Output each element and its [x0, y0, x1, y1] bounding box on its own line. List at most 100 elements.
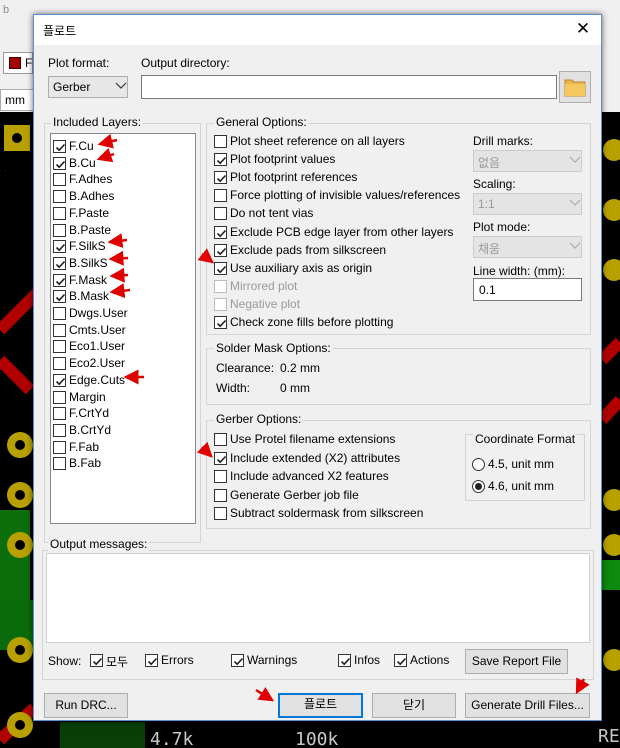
layer-name: B.CrtYd: [69, 422, 112, 437]
layer-name: F.SilkS: [69, 239, 106, 254]
gerber-options-title: Gerber Options:: [214, 412, 304, 426]
unit-selector[interactable]: mm: [0, 89, 34, 111]
layer-name: B.SilkS: [69, 255, 108, 270]
drill-marks-value: 없음: [478, 156, 501, 170]
layers-listbox[interactable]: F.Cu B.Cu F.Adhes B.Adhes F.Paste B.Paste F.Si…: [50, 133, 196, 524]
solder-mask-group: [206, 348, 591, 405]
checkbox-checked[interactable]: [90, 654, 103, 667]
checkbox-checked[interactable]: [214, 225, 227, 239]
layer-checkbox[interactable]: [53, 223, 66, 237]
checkbox-checked[interactable]: [214, 243, 227, 257]
checkbox-unchecked[interactable]: [214, 279, 227, 293]
general-option-label: Plot footprint values: [230, 152, 336, 167]
layer-name: Cmts.User: [69, 322, 126, 337]
plot-format-select[interactable]: Gerber: [48, 76, 128, 98]
run-drc-button[interactable]: Run DRC...: [44, 693, 128, 718]
generate-drill-files-button[interactable]: Generate Drill Files...: [465, 693, 590, 718]
save-report-button[interactable]: Save Report File: [465, 649, 568, 674]
checkbox-checked[interactable]: [394, 654, 407, 667]
general-option-label: Do not tent vias: [230, 206, 314, 221]
checkbox-unchecked[interactable]: [214, 207, 227, 221]
coordinate-format-options: 4.5, unit mm 4.6, unit mm: [472, 456, 584, 500]
checkbox-unchecked[interactable]: [214, 507, 227, 521]
checkbox-unchecked[interactable]: [214, 297, 227, 311]
close-button[interactable]: 닫기: [372, 693, 456, 718]
silk-text-resistor-a: 4.7k: [150, 729, 194, 748]
clearance-value: 0.2 mm: [280, 361, 321, 375]
drill-marks-select[interactable]: 없음: [473, 150, 582, 172]
close-icon[interactable]: ✕: [573, 18, 593, 40]
checkbox-checked[interactable]: [214, 153, 227, 167]
radio-selected[interactable]: [472, 480, 485, 493]
output-directory-label: Output directory:: [141, 56, 230, 70]
output-messages-title: Output messages:: [48, 537, 150, 551]
layer-checkbox[interactable]: [53, 290, 66, 304]
plot-mode-select[interactable]: 채움: [473, 236, 582, 258]
layer-checkbox[interactable]: [53, 273, 66, 287]
layer-checkbox[interactable]: [53, 173, 66, 187]
layer-checkbox[interactable]: [53, 323, 66, 337]
checkbox-checked[interactable]: [214, 451, 227, 465]
layer-checkbox[interactable]: [53, 190, 66, 204]
layer-name: F.Adhes: [69, 172, 113, 187]
checkbox-checked[interactable]: [338, 654, 351, 667]
coordinate-format-label: 4.6, unit mm: [488, 479, 555, 493]
layer-checkbox[interactable]: [53, 256, 66, 270]
message-filter-label: Errors: [161, 653, 194, 667]
layer-checkbox[interactable]: [53, 307, 66, 320]
drill-marks-label: Drill marks:: [473, 134, 533, 148]
layer-selector[interactable]: F: [3, 52, 33, 74]
plot-format-value: Gerber: [53, 80, 91, 94]
layer-name: B.Cu: [69, 155, 96, 170]
line-width-input[interactable]: 0.1: [473, 278, 582, 301]
width-value: 0 mm: [280, 381, 310, 395]
scaling-select[interactable]: 1:1: [473, 193, 582, 215]
layer-checkbox[interactable]: [53, 407, 66, 421]
layer-checkbox[interactable]: [53, 373, 66, 387]
layer-checkbox[interactable]: [53, 206, 66, 220]
silk-text-resistor-b: 100k: [295, 729, 339, 748]
toolbar-letter: b: [3, 4, 10, 16]
scaling-value: 1:1: [478, 197, 495, 211]
layer-checkbox[interactable]: [53, 240, 66, 254]
layer-checkbox[interactable]: [53, 357, 66, 371]
layer-name: Margin: [69, 389, 106, 404]
gerber-option-label: Subtract soldermask from silkscreen: [230, 506, 424, 521]
checkbox-checked[interactable]: [214, 261, 227, 275]
browse-folder-button[interactable]: [559, 71, 591, 103]
plot-dialog: 플로트 ✕ Plot format: Gerber Output directo…: [33, 14, 602, 721]
checkbox-unchecked[interactable]: [214, 135, 227, 148]
checkbox-unchecked[interactable]: [214, 433, 227, 446]
general-options-title: General Options:: [214, 115, 309, 129]
checkbox-unchecked[interactable]: [214, 470, 227, 484]
general-option-label: Use auxiliary axis as origin: [230, 260, 373, 275]
output-directory-input[interactable]: [141, 75, 557, 99]
layer-checkbox[interactable]: [53, 440, 66, 454]
layer-checkbox[interactable]: [53, 423, 66, 437]
layer-name: B.Fab: [69, 456, 102, 471]
clearance-label: Clearance:: [216, 361, 275, 375]
dialog-titlebar[interactable]: 플로트 ✕: [34, 15, 601, 45]
layer-checkbox[interactable]: [53, 340, 66, 354]
layer-checkbox[interactable]: [53, 140, 66, 153]
plot-button[interactable]: 플로트: [278, 693, 363, 718]
layer-checkbox[interactable]: [53, 156, 66, 170]
checkbox-unchecked[interactable]: [214, 488, 227, 502]
layer-checkbox[interactable]: [53, 390, 66, 404]
plot-format-label: Plot format:: [48, 56, 110, 70]
message-filters: 모두 Errors Warnings Infos Actions: [34, 652, 464, 672]
output-messages-area[interactable]: [46, 553, 590, 643]
general-option-label: Mirrored plot: [230, 278, 298, 293]
message-filter-label: Actions: [410, 653, 450, 667]
radio-unselected[interactable]: [472, 458, 485, 471]
checkbox-checked[interactable]: [214, 171, 227, 185]
layer-checkbox[interactable]: [53, 457, 66, 471]
layer-name: F.Paste: [69, 205, 110, 220]
general-option-label: Force plotting of invisible values/refer…: [230, 188, 461, 203]
checkbox-checked[interactable]: [214, 316, 227, 329]
message-filter-label: 모두: [106, 655, 129, 669]
checkbox-checked[interactable]: [231, 654, 244, 667]
gerber-options-list: Use Protel filename extensions Include ex…: [214, 431, 464, 526]
checkbox-checked[interactable]: [145, 654, 158, 667]
checkbox-unchecked[interactable]: [214, 189, 227, 203]
